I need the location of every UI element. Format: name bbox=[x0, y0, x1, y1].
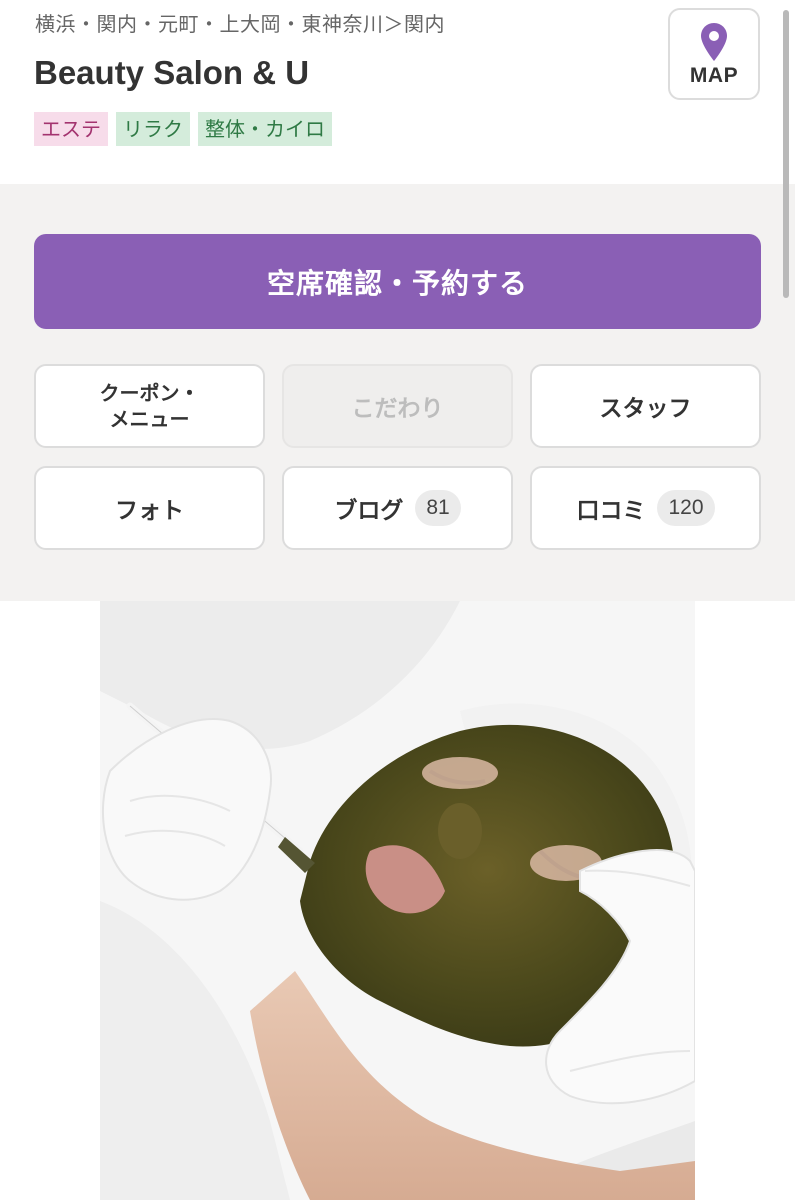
blog-label: ブログ bbox=[334, 498, 404, 524]
reviews-label: 口コミ bbox=[576, 498, 646, 524]
tag-esthetic: エステ bbox=[34, 112, 108, 146]
page-scrollbar[interactable] bbox=[783, 10, 789, 298]
facial-mask-illustration bbox=[100, 601, 695, 1200]
photo-button[interactable]: フォト bbox=[34, 466, 265, 550]
map-button[interactable]: MAP bbox=[668, 8, 760, 100]
salon-name: Beauty Salon & U bbox=[34, 54, 310, 91]
genre-tags: エステ リラク 整体・カイロ bbox=[34, 112, 332, 146]
breadcrumb[interactable]: 横浜・関内・元町・上大岡・東神奈川＞関内 bbox=[35, 8, 445, 37]
reviews-count-badge: 120 bbox=[657, 490, 715, 526]
map-button-label: MAP bbox=[689, 64, 739, 87]
map-pin-icon bbox=[701, 23, 727, 61]
reserve-button[interactable]: 空席確認・予約する bbox=[34, 234, 761, 329]
coupon-menu-button[interactable]: クーポン・ メニュー bbox=[34, 364, 265, 448]
tag-relaxation: リラク bbox=[116, 112, 190, 146]
coupon-menu-label-line2: メニュー bbox=[109, 407, 190, 431]
coupon-menu-label-line1: クーポン・ bbox=[99, 381, 200, 405]
blog-count-badge: 81 bbox=[415, 490, 461, 526]
tag-chiropractic: 整体・カイロ bbox=[198, 112, 332, 146]
staff-button[interactable]: スタッフ bbox=[530, 364, 761, 448]
kodawari-button: こだわり bbox=[282, 364, 513, 448]
salon-page: 横浜・関内・元町・上大岡・東神奈川＞関内 Beauty Salon & U エス… bbox=[0, 0, 795, 1200]
blog-button[interactable]: ブログ 81 bbox=[282, 466, 513, 550]
salon-photo[interactable] bbox=[100, 601, 695, 1200]
reviews-button[interactable]: 口コミ 120 bbox=[530, 466, 761, 550]
salon-header: 横浜・関内・元町・上大岡・東神奈川＞関内 Beauty Salon & U エス… bbox=[0, 0, 795, 184]
action-panel: 空席確認・予約する クーポン・ メニュー こだわり スタッフ フォト ブログ 8… bbox=[0, 184, 795, 601]
